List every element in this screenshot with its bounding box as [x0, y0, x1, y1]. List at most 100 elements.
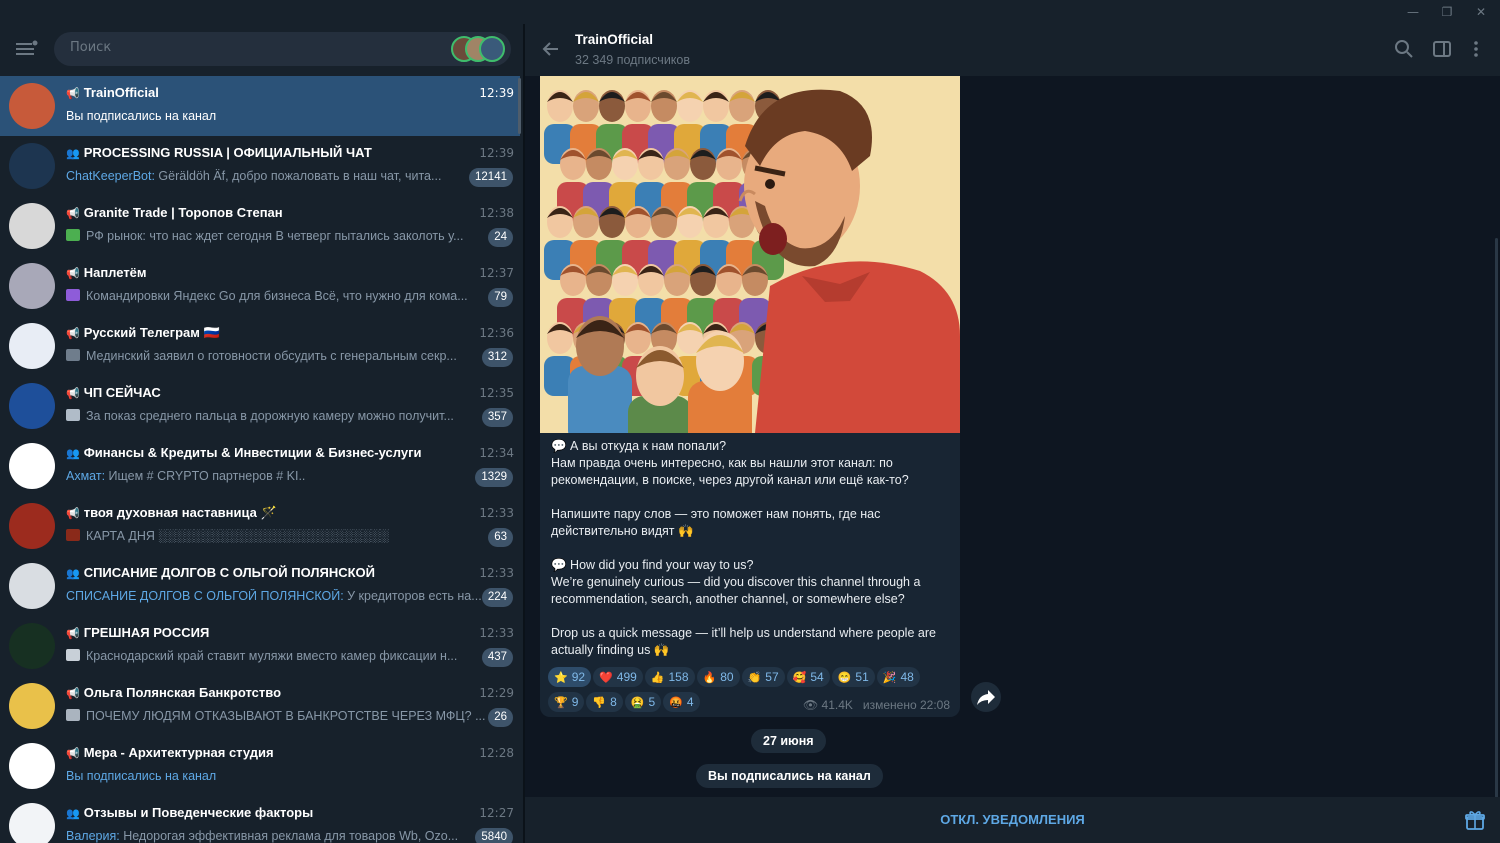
crowd-illustration	[540, 76, 960, 433]
chat-preview: За показ среднего пальца в дорожную каме…	[66, 409, 486, 423]
chat-scrollbar[interactable]	[1495, 238, 1498, 798]
chat-title-text: Granite Trade | Торопов Степан	[83, 205, 283, 220]
more-options-icon[interactable]	[1465, 38, 1487, 60]
chat-preview: Вы подписались на канал	[66, 109, 486, 123]
chat-avatar	[9, 83, 55, 129]
chat-title-text: СПИСАНИЕ ДОЛГОВ С ОЛЬГОЙ ПОЛЯНСКОЙ	[83, 565, 376, 580]
chat-preview: ChatKeeperBot: Gëräldöh Äf, добро пожало…	[66, 169, 486, 183]
reaction-chip[interactable]: 👎 8	[586, 692, 623, 712]
reaction-count: 51	[855, 670, 869, 684]
chat-item-title: 👥 Отзывы и Поведенческие факторы	[66, 805, 466, 820]
chat-item[interactable]: 📢 Русский Телеграм 🇷🇺 12:36 Мединский заяви…	[0, 316, 520, 376]
reaction-count: 9	[571, 695, 579, 709]
group-icon: 👥	[66, 568, 80, 580]
reaction-count: 4	[686, 695, 694, 709]
reaction-chip[interactable]: 🥰 54	[786, 667, 830, 687]
reaction-emoji: 👍	[650, 672, 665, 684]
chat-item[interactable]: 📢 Мера - Архитектурная студия 12:28 Вы подп…	[0, 736, 520, 796]
reaction-chip[interactable]: 👏 57	[741, 667, 785, 687]
reaction-chip[interactable]: 🤬 4	[663, 692, 700, 712]
menu-icon[interactable]	[14, 39, 38, 59]
unread-badge: 5840	[475, 828, 513, 843]
chat-item[interactable]: 📢 ГРЕШНАЯ РОССИЯ 12:33 Краснодарский край с…	[0, 616, 520, 676]
chat-avatar	[9, 263, 55, 309]
back-arrow-icon[interactable]	[541, 39, 561, 59]
chat-item-title: 📢 Granite Trade | Торопов Степан	[66, 205, 466, 220]
search-input[interactable]: Поиск	[54, 32, 511, 66]
chat-title-text: Русский Телеграм 🇷🇺	[83, 325, 220, 340]
share-arrow-icon	[977, 690, 995, 705]
minimize-button[interactable]: —	[1396, 0, 1430, 24]
reaction-chip[interactable]: 😁 51	[831, 667, 875, 687]
preview-text: Краснодарский край ставит муляжи вместо …	[86, 649, 458, 663]
unread-badge: 12141	[469, 168, 513, 187]
chat-time: 12:28	[479, 746, 514, 760]
preview-text: Недорогая эффективная реклама для товаро…	[119, 829, 459, 843]
chat-item-title: 👥 Финансы & Кредиты & Инвестиции & Бизнес…	[66, 445, 466, 460]
post-image[interactable]	[540, 76, 960, 433]
stories-avatars[interactable]	[451, 36, 507, 62]
preview-thumbnail	[66, 649, 80, 661]
subscriber-count: 32 349 подписчиков	[575, 53, 691, 67]
chat-avatar	[9, 383, 55, 429]
reaction-chip[interactable]: ❤️ 499	[593, 667, 643, 687]
chat-preview: ПОЧЕМУ ЛЮДЯМ ОТКАЗЫВАЮТ В БАНКРОТСТВЕ ЧЕ…	[66, 709, 486, 723]
gift-icon[interactable]	[1464, 809, 1486, 831]
chat-avatar	[9, 743, 55, 789]
reaction-emoji: 🏆	[554, 697, 568, 709]
reaction-count: 80	[720, 670, 734, 684]
chat-title-text: Мера - Архитектурная студия	[83, 745, 274, 760]
search-icon[interactable]	[1393, 38, 1415, 60]
forward-button[interactable]	[971, 682, 1001, 712]
preview-text: Ищем # CRYPTO партнеров # KI..	[105, 469, 306, 483]
chat-item[interactable]: 👥 СПИСАНИЕ ДОЛГОВ С ОЛЬГОЙ ПОЛЯНСКОЙ 12:33…	[0, 556, 520, 616]
sidebar-toggle-icon[interactable]	[1431, 38, 1453, 60]
post-meta: 👁 41.4K изменено 22:08	[803, 698, 950, 712]
unread-badge: 437	[481, 648, 513, 667]
chat-item[interactable]: 📢 твоя духовная наставница 🪄 12:33 КАРТА ДН…	[0, 496, 520, 556]
chat-item[interactable]: 📢 Ольга Полянская Банкротство 12:29 ПОЧЕМУ …	[0, 676, 520, 736]
chat-item[interactable]: 📢 ЧП СЕЙЧАС 12:35 За показ среднего пальца …	[0, 376, 520, 436]
reaction-chip[interactable]: 🏆 9	[548, 692, 585, 712]
chat-item[interactable]: 👥 Финансы & Кредиты & Инвестиции & Бизнес…	[0, 436, 520, 496]
close-window-button[interactable]: ✕	[1464, 0, 1498, 24]
reaction-chip[interactable]: ⭐ 92	[548, 667, 592, 687]
preview-text: За показ среднего пальца в дорожную каме…	[86, 409, 454, 423]
reaction-chip[interactable]: 🎉 48	[876, 667, 920, 687]
service-message: Вы подписались на канал	[696, 764, 883, 788]
chat-preview: Ахмат: Ищем # CRYPTO партнеров # KI..	[66, 469, 486, 483]
unread-badge: 24	[488, 228, 513, 247]
reaction-emoji: 😁	[837, 672, 852, 684]
chat-avatar	[9, 503, 55, 549]
chat-avatar	[9, 203, 55, 249]
reaction-count: 5	[648, 695, 656, 709]
preview-text: У кредиторов есть на...	[343, 589, 482, 603]
reaction-emoji: 🤬	[669, 697, 683, 709]
reaction-chip[interactable]: 🤮 5	[624, 692, 662, 712]
maximize-button[interactable]: ❐	[1430, 0, 1464, 24]
chat-item-title: 📢 TrainOfficial	[66, 85, 466, 100]
unread-badge: 79	[488, 288, 513, 307]
chat-avatar	[9, 623, 55, 669]
reaction-chip[interactable]: 🔥 80	[696, 667, 740, 687]
mute-notifications-button[interactable]: ОТКЛ. УВЕДОМЛЕНИЯ	[525, 797, 1500, 843]
reaction-count: 8	[610, 695, 617, 709]
chat-item-title: 📢 Русский Телеграм 🇷🇺	[66, 325, 466, 341]
chat-item[interactable]: 📢 Granite Trade | Торопов Степан 12:38 РФ р…	[0, 196, 520, 256]
chat-item[interactable]: 📢 Наплетём 12:37 Командировки Яндекс Go для…	[0, 256, 520, 316]
story-avatar[interactable]	[479, 36, 505, 62]
reaction-chip[interactable]: 👍 158	[644, 667, 695, 687]
chat-item[interactable]: 📢 TrainOfficial 12:39 Вы подписались на кан…	[0, 76, 520, 136]
post-paragraph: 💬 How did you find your way to us? We’re…	[551, 558, 921, 606]
chat-title[interactable]: TrainOfficial	[575, 32, 653, 47]
chat-item-title: 📢 Мера - Архитектурная студия	[66, 745, 466, 760]
preview-thumbnail	[66, 289, 80, 301]
sidebar-scrollbar[interactable]	[518, 78, 521, 134]
chat-preview: Командировки Яндекс Go для бизнеса Всё, …	[66, 289, 486, 303]
chat-item[interactable]: 👥 Отзывы и Поведенческие факторы 12:27 Вале…	[0, 796, 520, 843]
channel-icon: 📢	[66, 688, 80, 700]
post-paragraph: Drop us a quick message — it’ll help us …	[551, 626, 936, 657]
chat-item[interactable]: 👥 PROCESSING RUSSIA | ОФИЦИАЛЬНЫЙ ЧАТ 12:3…	[0, 136, 520, 196]
chat-time: 12:34	[479, 446, 514, 460]
chat-title-text: Финансы & Кредиты & Инвестиции & Бизнес-…	[83, 445, 422, 460]
